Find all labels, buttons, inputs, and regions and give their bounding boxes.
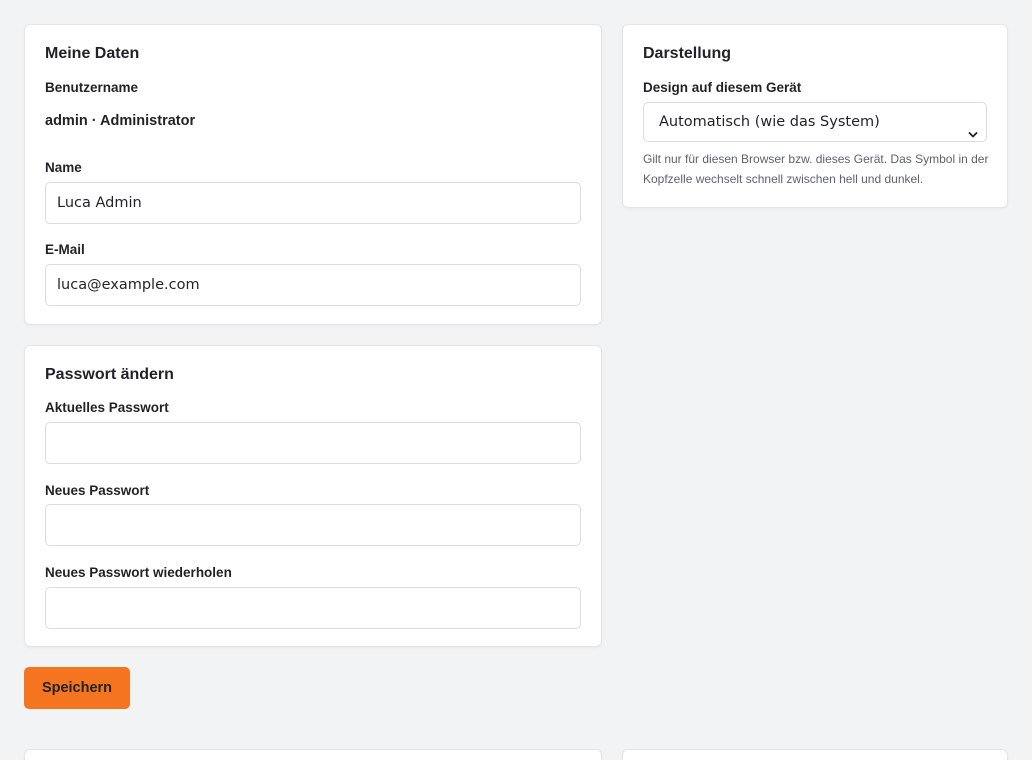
name-input[interactable] — [45, 182, 581, 224]
email-label: E-Mail — [45, 242, 85, 257]
password-card-title: Passwort ändern — [45, 366, 174, 383]
design-select[interactable]: Automatisch (wie das System) — [643, 102, 987, 142]
email-input[interactable] — [45, 264, 581, 306]
appearance-card-title: Darstellung — [643, 45, 732, 62]
design-label: Design auf diesem Gerät — [643, 80, 802, 95]
current-password-input[interactable] — [45, 422, 581, 464]
profile-card-title: Meine Daten — [45, 45, 140, 62]
next-card-left — [24, 749, 602, 760]
repeat-password-input[interactable] — [45, 587, 581, 629]
profile-card: Meine Daten Benutzername admin · Adminis… — [24, 24, 602, 325]
username-value: admin · Administrator — [45, 113, 196, 129]
chevron-down-icon — [968, 117, 978, 138]
current-password-label: Aktuelles Passwort — [45, 400, 169, 415]
password-card: Passwort ändern Aktuelles Passwort Neues… — [24, 345, 602, 647]
name-label: Name — [45, 160, 82, 175]
next-card-right — [622, 749, 1008, 760]
username-label: Benutzername — [45, 80, 139, 95]
repeat-password-label: Neues Passwort wiederholen — [45, 565, 232, 580]
design-select-value: Automatisch (wie das System) — [659, 114, 880, 130]
save-button[interactable]: Speichern — [24, 667, 130, 709]
appearance-card: Darstellung Design auf diesem Gerät Auto… — [622, 24, 1008, 208]
new-password-label: Neues Passwort — [45, 483, 150, 498]
design-help-text: Gilt nur für diesen Browser bzw. dieses … — [643, 152, 989, 186]
new-password-input[interactable] — [45, 504, 581, 546]
